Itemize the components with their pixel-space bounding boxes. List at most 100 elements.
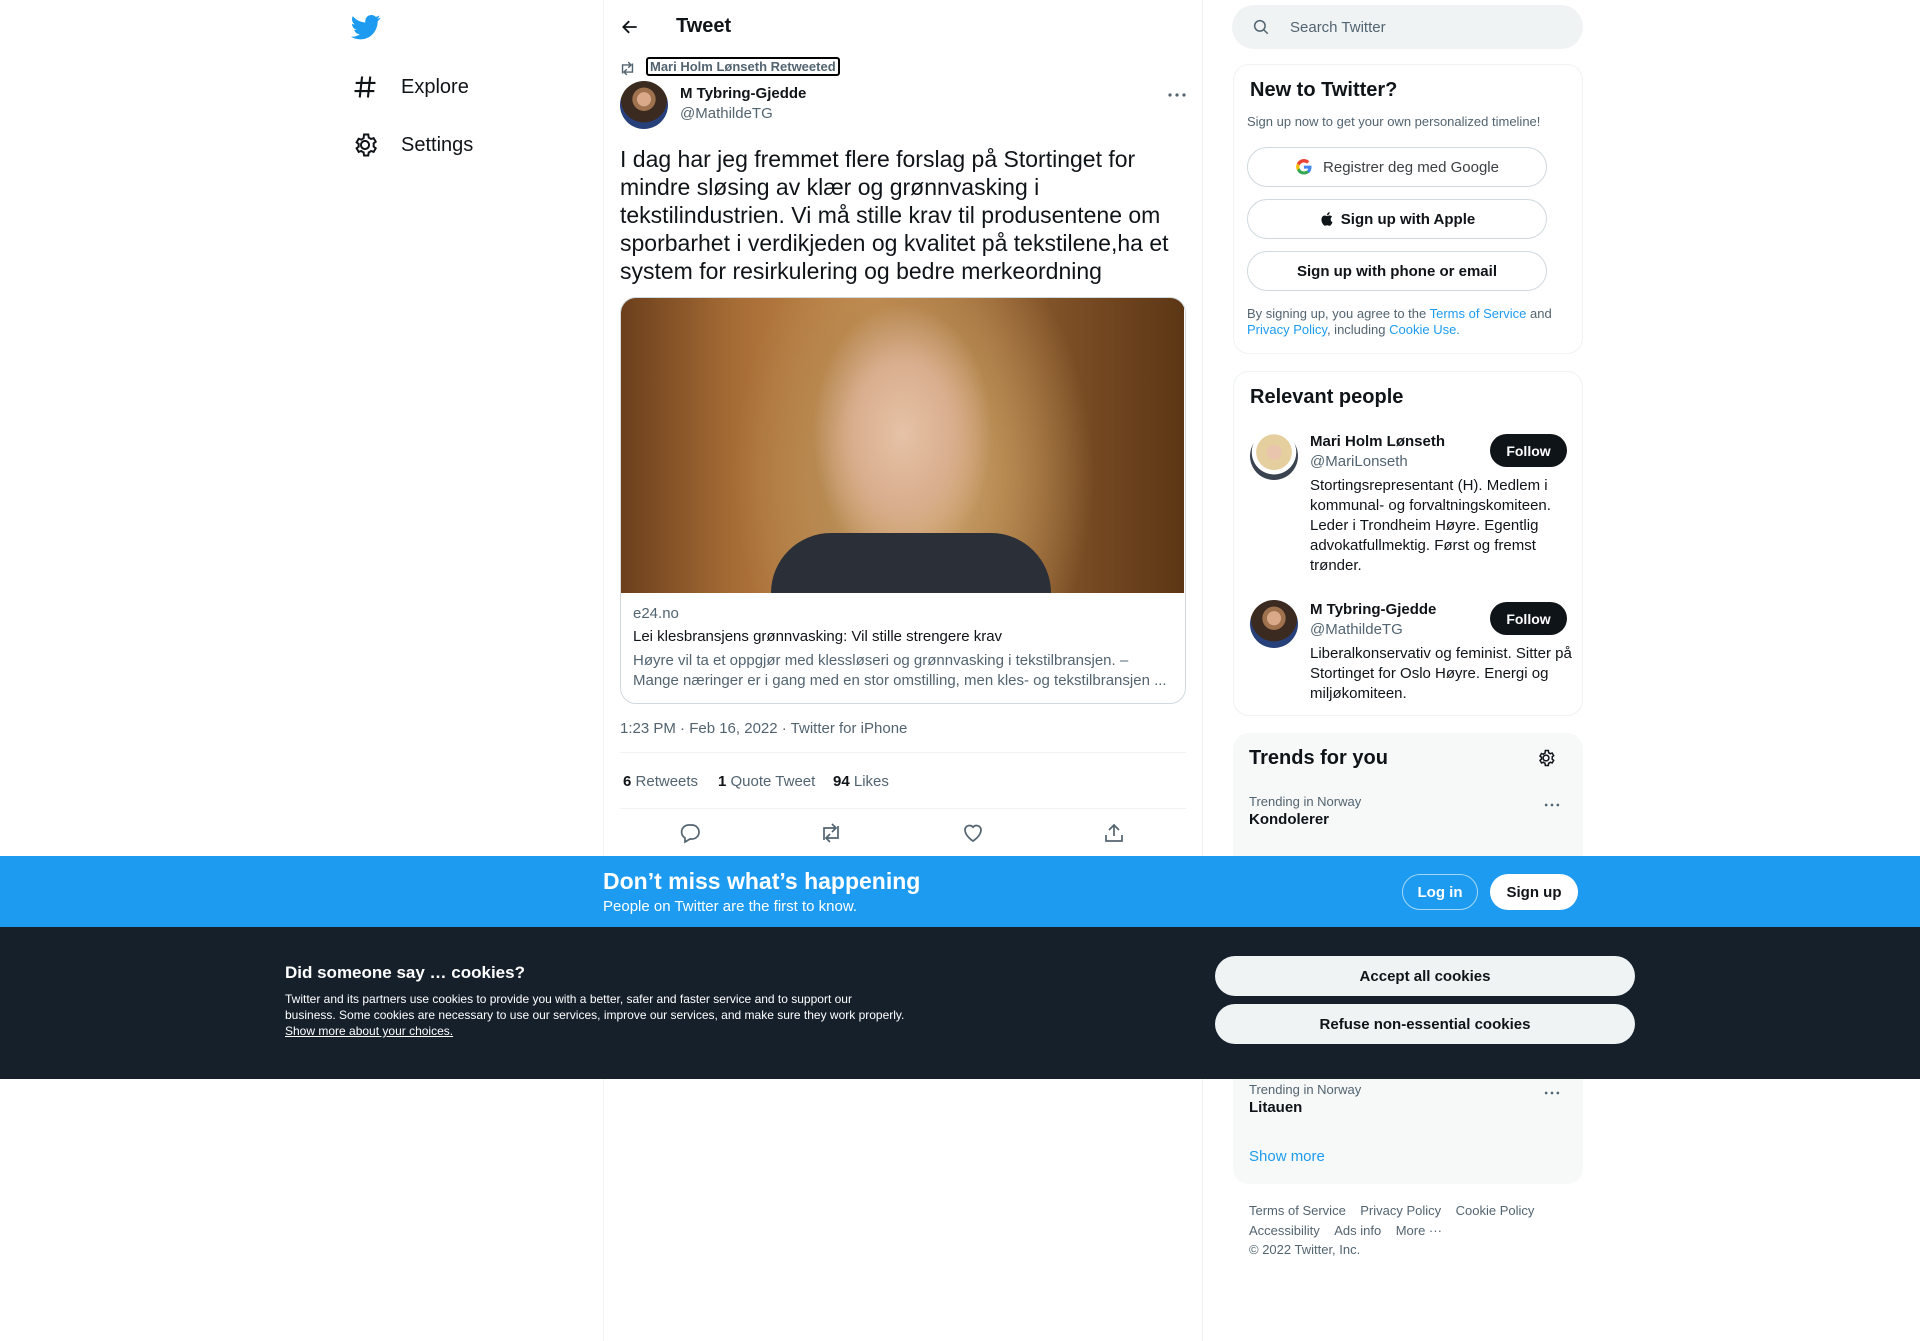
footer-cookie-policy-link[interactable]: Cookie Policy bbox=[1456, 1203, 1535, 1218]
card-image[interactable] bbox=[621, 298, 1184, 593]
likes-stat[interactable]: 94 Likes bbox=[833, 773, 889, 790]
nav-settings-label: Settings bbox=[401, 133, 474, 156]
person-name[interactable]: M Tybring-Gjedde bbox=[1310, 601, 1436, 618]
back-arrow-icon[interactable] bbox=[620, 17, 640, 37]
follow-button[interactable]: Follow bbox=[1490, 434, 1567, 467]
accept-cookies-button[interactable]: Accept all cookies bbox=[1215, 956, 1635, 996]
quotes-label: Quote Tweet bbox=[730, 773, 816, 790]
card-description-line-1: Høyre vil ta et oppgjør med klessløseri … bbox=[633, 652, 1129, 669]
search-bar[interactable] bbox=[1232, 5, 1583, 49]
footer-accessibility-link[interactable]: Accessibility bbox=[1249, 1223, 1320, 1238]
author-avatar[interactable] bbox=[620, 81, 668, 129]
terms-of-service-link[interactable]: Terms of Service bbox=[1430, 306, 1527, 321]
divider bbox=[620, 808, 1186, 809]
login-button[interactable]: Log in bbox=[1402, 874, 1478, 910]
apple-signup-button[interactable]: Sign up with Apple bbox=[1247, 199, 1547, 239]
page-title: Tweet bbox=[676, 15, 732, 37]
trends-title: Trends for you bbox=[1249, 747, 1388, 769]
apple-signup-label: Sign up with Apple bbox=[1340, 210, 1476, 228]
more-dots-icon[interactable] bbox=[1165, 83, 1189, 107]
card-body[interactable]: e24.no Lei klesbransjens grønnvasking: V… bbox=[621, 593, 1185, 703]
footer-privacy-link[interactable]: Privacy Policy bbox=[1360, 1203, 1441, 1218]
banner-title: Don’t miss what’s happening bbox=[603, 868, 921, 894]
quotes-count: 1 bbox=[718, 773, 727, 790]
banner-subtitle: People on Twitter are the first to know. bbox=[603, 898, 858, 915]
trend-more-button[interactable] bbox=[1542, 795, 1562, 815]
google-icon bbox=[1295, 158, 1313, 176]
likes-count: 94 bbox=[833, 773, 850, 790]
search-input[interactable] bbox=[1290, 18, 1550, 36]
footer-terms-link[interactable]: Terms of Service bbox=[1249, 1203, 1346, 1218]
phone-email-signup-button[interactable]: Sign up with phone or email bbox=[1247, 251, 1547, 291]
phone-email-signup-label: Sign up with phone or email bbox=[1296, 262, 1497, 280]
retweeted-by-label[interactable]: Mari Holm Lønseth Retweeted bbox=[646, 57, 840, 76]
signup-button[interactable]: Sign up bbox=[1490, 874, 1578, 910]
signup-terms: By signing up, you agree to the Terms of… bbox=[1247, 306, 1567, 338]
share-button[interactable] bbox=[1102, 821, 1126, 845]
google-signup-button[interactable]: Registrer deg med Google bbox=[1247, 147, 1547, 187]
trend-name: Litauen bbox=[1249, 1099, 1303, 1116]
terms-prefix: By signing up, you agree to the bbox=[1247, 306, 1430, 321]
person-bio: Stortingsrepresentant (H). Medlem i komm… bbox=[1310, 477, 1551, 574]
apple-icon bbox=[1319, 210, 1335, 228]
gear-icon bbox=[351, 131, 379, 159]
cookie-body: Twitter and its partners use cookies to … bbox=[285, 992, 905, 1022]
footer-more-link[interactable]: More ··· bbox=[1396, 1223, 1442, 1238]
person-name[interactable]: Mari Holm Lønseth bbox=[1310, 433, 1445, 450]
trend-item[interactable]: Trending in Norway Litauen bbox=[1249, 1082, 1549, 1116]
tweet-text: I dag har jeg fremmet flere forslag på S… bbox=[620, 146, 1169, 284]
trend-more-button[interactable] bbox=[1542, 1083, 1562, 1103]
person-avatar[interactable] bbox=[1250, 432, 1298, 480]
author-handle[interactable]: @MathildeTG bbox=[680, 105, 773, 122]
link-card[interactable]: e24.no Lei klesbransjens grønnvasking: V… bbox=[620, 297, 1186, 704]
gear-icon[interactable] bbox=[1536, 748, 1556, 768]
share-icon[interactable] bbox=[1102, 821, 1126, 845]
card-domain: e24.no bbox=[633, 605, 679, 622]
trend-category: Trending in Norway bbox=[1249, 794, 1362, 809]
show-more-link[interactable]: Show more bbox=[1249, 1148, 1325, 1165]
person-handle[interactable]: @MathildeTG bbox=[1310, 621, 1403, 638]
trend-item[interactable]: Trending in Norway Kondolerer bbox=[1249, 794, 1549, 828]
twitter-bird-icon[interactable] bbox=[351, 12, 381, 42]
tweet-more-button[interactable] bbox=[1165, 83, 1189, 107]
retweet-icon[interactable] bbox=[819, 821, 843, 845]
main-column-right-border bbox=[1202, 0, 1203, 1341]
more-dots-icon[interactable] bbox=[1542, 1083, 1562, 1103]
person-handle[interactable]: @MariLonseth bbox=[1310, 453, 1408, 470]
cookie-title: Did someone say … cookies? bbox=[285, 963, 525, 982]
retweets-count: 6 bbox=[623, 773, 632, 790]
person-avatar[interactable] bbox=[1250, 600, 1298, 648]
new-to-twitter-title: New to Twitter? bbox=[1250, 79, 1398, 101]
cookie-use-link[interactable]: Cookie Use. bbox=[1389, 322, 1460, 337]
privacy-policy-link[interactable]: Privacy Policy bbox=[1247, 322, 1327, 337]
terms-including: , including bbox=[1326, 322, 1390, 337]
trends-settings-button[interactable] bbox=[1536, 748, 1556, 768]
retweets-stat[interactable]: 6 Retweets bbox=[623, 773, 698, 790]
like-button[interactable] bbox=[961, 821, 985, 845]
author-name[interactable]: M Tybring-Gjedde bbox=[680, 85, 806, 102]
footer-links-row-2: Accessibility Ads info More ··· bbox=[1249, 1222, 1442, 1240]
nav-explore[interactable]: Explore bbox=[351, 63, 469, 111]
twitter-logo[interactable] bbox=[351, 12, 381, 42]
retweet-button[interactable] bbox=[819, 821, 843, 845]
tweet-timestamp[interactable]: 1:23 PM · Feb 16, 2022 · Twitter for iPh… bbox=[620, 720, 907, 737]
retweeted-by-link[interactable]: Mari Holm Lønseth Retweeted bbox=[646, 57, 840, 76]
heart-icon[interactable] bbox=[961, 821, 985, 845]
more-dots-icon[interactable] bbox=[1542, 795, 1562, 815]
footer-ads-info-link[interactable]: Ads info bbox=[1334, 1223, 1381, 1238]
back-button[interactable] bbox=[620, 17, 640, 37]
follow-button[interactable]: Follow bbox=[1490, 602, 1567, 635]
card-description: Høyre vil ta et oppgjør med klessløseri … bbox=[633, 651, 1173, 691]
cookie-text: Twitter and its partners use cookies to … bbox=[285, 991, 905, 1039]
reply-icon[interactable] bbox=[678, 821, 702, 845]
retweet-icon bbox=[619, 60, 636, 77]
quote-tweets-stat[interactable]: 1 Quote Tweet bbox=[718, 773, 815, 790]
trend-category: Trending in Norway bbox=[1249, 1082, 1362, 1097]
refuse-cookies-button[interactable]: Refuse non-essential cookies bbox=[1215, 1004, 1635, 1044]
google-signup-label: Registrer deg med Google bbox=[1323, 158, 1499, 176]
footer-links-row-1: Terms of Service Privacy Policy Cookie P… bbox=[1249, 1202, 1534, 1220]
cookie-more-link[interactable]: Show more about your choices. bbox=[285, 1024, 453, 1038]
cookie-consent-bar: Did someone say … cookies? Twitter and i… bbox=[0, 927, 1920, 1079]
reply-button[interactable] bbox=[678, 821, 702, 845]
nav-settings[interactable]: Settings bbox=[351, 121, 473, 169]
